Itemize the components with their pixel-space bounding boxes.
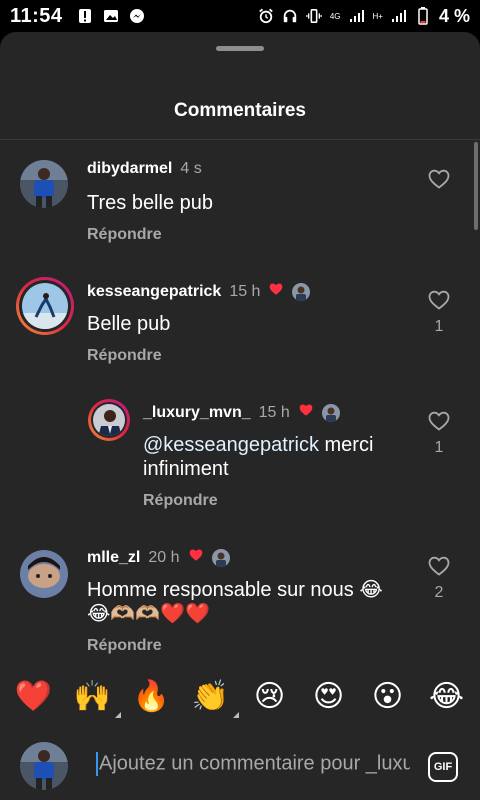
like-count: 1 xyxy=(434,439,444,456)
headphones-icon xyxy=(282,8,298,24)
heart-icon[interactable] xyxy=(427,409,451,433)
comment-username[interactable]: mlle_zl xyxy=(87,549,140,567)
network-4g-label: 4G xyxy=(329,11,341,21)
reply-button[interactable]: Répondre xyxy=(143,492,218,510)
comment-compose-bar: Ajoutez un commentaire pour _luxury_mvn_… xyxy=(0,732,480,800)
reply-button[interactable]: Répondre xyxy=(87,347,162,365)
author-liked-heart-icon xyxy=(298,402,314,423)
header-divider xyxy=(0,139,480,140)
battery-percent: 4 % xyxy=(438,5,470,26)
comment-text-line: Homme responsable sur nous 😂 xyxy=(87,579,383,601)
comment-username[interactable]: dibydarmel xyxy=(87,160,172,178)
emoji-laughing-button[interactable]: 😂 xyxy=(425,679,469,714)
sheet-title: Commentaires xyxy=(174,100,306,121)
comment-text: Belle pub xyxy=(87,313,171,335)
comment-time: 15 h xyxy=(258,403,290,421)
like-count: 1 xyxy=(434,318,444,335)
emoji-surprised-button[interactable]: 😮 xyxy=(366,679,410,714)
author-avatar-mini xyxy=(211,548,230,567)
emoji-raising-hands-button[interactable]: 🙌 xyxy=(71,679,121,718)
avatar[interactable] xyxy=(88,399,130,441)
comment-input-placeholder: Ajoutez un commentaire pour _luxury_mvn_ xyxy=(99,752,410,775)
comment-time: 4 s xyxy=(180,160,202,177)
drag-handle[interactable] xyxy=(216,46,264,51)
scrollbar[interactable] xyxy=(474,142,478,230)
comment-text: Homme responsable sur nous 😂 😂🫶🏼🫶🏼❤️❤️ xyxy=(87,578,407,626)
avatar[interactable] xyxy=(20,160,68,208)
comment-text: Tres belle pub xyxy=(87,192,213,214)
emoji-glyph: 👏 xyxy=(191,679,230,713)
vibrate-icon xyxy=(306,8,322,24)
alarm-icon xyxy=(258,8,274,24)
emoji-crying-button[interactable]: 😢 xyxy=(248,679,292,714)
author-avatar-mini xyxy=(292,282,311,301)
like-count: 2 xyxy=(434,584,444,601)
my-avatar xyxy=(20,742,68,790)
alert-icon xyxy=(77,8,93,24)
comments-sheet: Commentaires dibydarmel 4 s Tres belle p… xyxy=(0,32,480,800)
comment-username[interactable]: _luxury_mvn_ xyxy=(143,404,251,422)
avatar[interactable] xyxy=(20,550,68,598)
reply-button[interactable]: Répondre xyxy=(87,637,162,655)
messenger-icon xyxy=(129,8,145,24)
signal-icon xyxy=(349,8,365,24)
emoji-reaction-bar: ❤️ 🙌 🔥 👏 😢 😍 😮 😂 xyxy=(0,668,480,724)
heart-icon[interactable] xyxy=(427,167,451,191)
emoji-fire-button[interactable]: 🔥 xyxy=(130,679,174,714)
comment-time: 15 h xyxy=(229,282,261,300)
text-caret xyxy=(96,752,98,776)
author-avatar-mini xyxy=(321,403,340,422)
author-liked-heart-icon xyxy=(268,281,284,302)
emoji-clap-button[interactable]: 👏 xyxy=(189,679,239,718)
skin-tone-indicator xyxy=(232,711,239,718)
comment-time: 20 h xyxy=(148,548,180,566)
status-time: 11:54 xyxy=(10,4,63,27)
author-liked-heart-icon xyxy=(188,547,204,568)
mention-link[interactable]: @kesseangepatrick xyxy=(143,434,319,456)
comment-text-line: 😂🫶🏼🫶🏼❤️❤️ xyxy=(87,603,210,625)
avatar[interactable] xyxy=(16,277,74,335)
signal-icon-2 xyxy=(391,8,407,24)
heart-icon[interactable] xyxy=(427,554,451,578)
reply-button[interactable]: Répondre xyxy=(87,226,162,244)
network-h-label: H+ xyxy=(372,11,383,21)
comment-username[interactable]: kesseangepatrick xyxy=(87,283,221,301)
emoji-heart-eyes-button[interactable]: 😍 xyxy=(307,679,351,714)
battery-low-icon xyxy=(415,7,431,25)
emoji-glyph: 🙌 xyxy=(73,679,112,713)
heart-icon[interactable] xyxy=(427,288,451,312)
comment-input[interactable]: Ajoutez un commentaire pour _luxury_mvn_ xyxy=(96,752,410,780)
comment-text: @kesseangepatrick merci infiniment xyxy=(143,433,403,481)
gif-button[interactable]: GIF xyxy=(428,752,458,782)
status-bar: 11:54 4G H+ 4 % xyxy=(0,0,480,32)
gallery-icon xyxy=(103,8,119,24)
emoji-heart-button[interactable]: ❤️ xyxy=(12,679,56,714)
skin-tone-indicator xyxy=(114,711,121,718)
